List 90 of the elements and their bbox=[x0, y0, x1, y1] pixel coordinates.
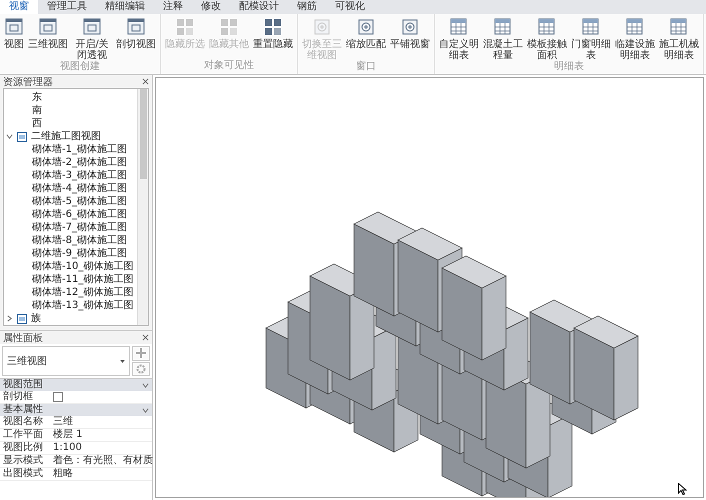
view-window-icon bbox=[4, 17, 24, 37]
ribbon-button[interactable]: 门窗明细表 bbox=[569, 17, 613, 61]
group-title: 窗口 bbox=[355, 61, 377, 74]
ribbon-button[interactable]: 剖切视图 bbox=[114, 17, 158, 50]
close-icon[interactable] bbox=[142, 78, 149, 85]
ribbon-tab[interactable]: 钢筋 bbox=[288, 0, 326, 14]
folder-view-icon bbox=[17, 314, 27, 324]
tree-item[interactable]: 砌体墙-2_砌体施工图 bbox=[32, 156, 127, 169]
section-header[interactable]: 视图范围 bbox=[0, 379, 152, 391]
property-value[interactable]: 楼层 1 bbox=[50, 429, 152, 441]
property-label: 视图名称 bbox=[2, 416, 44, 428]
group-title: 视图创建 bbox=[59, 61, 101, 74]
view-window-icon bbox=[82, 17, 102, 37]
property-label: 显示模式 bbox=[2, 455, 44, 467]
property-value[interactable]: 1:100 bbox=[50, 442, 152, 454]
ribbon-button[interactable]: 临建设施明细表 bbox=[613, 17, 657, 61]
ribbon-button[interactable]: 三维视图 bbox=[26, 17, 70, 50]
property-value[interactable]: 粗略 bbox=[50, 468, 152, 480]
panel-title: 属性面板 bbox=[3, 332, 43, 344]
ribbon-tab[interactable]: 配模设计 bbox=[230, 0, 288, 14]
settings-button[interactable] bbox=[132, 362, 150, 376]
type-dropdown[interactable]: 三维视图 bbox=[2, 346, 130, 376]
grid-icon bbox=[263, 17, 283, 37]
tree-item[interactable]: 砌体墙-7_砌体施工图 bbox=[32, 221, 127, 234]
property-label: 剖切框 bbox=[2, 391, 34, 403]
ribbon-button[interactable]: 视图 bbox=[2, 17, 26, 50]
ribbon-tab[interactable]: 注释 bbox=[154, 0, 192, 14]
tree-item[interactable]: 东 bbox=[32, 91, 42, 104]
folder-view-icon bbox=[17, 132, 27, 142]
property-value[interactable]: 着色：有光照、有材质 bbox=[50, 455, 153, 467]
tree-item[interactable]: 砌体墙-1_砌体施工图 bbox=[32, 143, 127, 156]
tree-item[interactable]: 南 bbox=[32, 104, 42, 117]
table-icon bbox=[493, 17, 513, 37]
view-window-icon bbox=[38, 17, 58, 37]
ribbon-button[interactable]: 模板接触面积 bbox=[525, 17, 569, 61]
section-header[interactable]: 基本属性 bbox=[0, 404, 152, 416]
tree-item[interactable]: 族 bbox=[31, 312, 41, 325]
ribbon-tab[interactable]: 可视化 bbox=[326, 0, 374, 14]
scrollbar[interactable] bbox=[137, 89, 148, 325]
caret-down-icon bbox=[120, 360, 125, 362]
window-icon bbox=[312, 17, 332, 37]
tree-item[interactable]: 砌体墙-12_砌体施工图 bbox=[32, 286, 134, 299]
tree-item[interactable]: 砌体墙-8_砌体施工图 bbox=[32, 234, 127, 247]
view-window-icon bbox=[126, 17, 146, 37]
table-icon bbox=[537, 17, 557, 37]
chevron-down-icon[interactable] bbox=[6, 133, 13, 140]
property-value[interactable]: 三维 bbox=[50, 416, 152, 428]
ribbon-tab[interactable]: 视窗 bbox=[0, 0, 38, 14]
tree-item[interactable]: 砌体墙-9_砌体施工图 bbox=[32, 247, 127, 260]
gear-icon bbox=[136, 364, 146, 374]
ribbon-button[interactable]: 平铺视窗 bbox=[388, 17, 432, 50]
ribbon-tab[interactable]: 精细编辑 bbox=[96, 0, 154, 14]
ribbon-button[interactable]: 施工机械明细表 bbox=[657, 17, 701, 61]
viewport-canvas[interactable] bbox=[155, 77, 704, 498]
table-icon bbox=[625, 17, 645, 37]
tree-item[interactable]: 砌体墙-11_砌体施工图 bbox=[32, 273, 134, 286]
window-icon bbox=[400, 17, 420, 37]
tree-item[interactable]: 砌体墙-13_砌体施工图 bbox=[32, 299, 134, 312]
tree-item[interactable]: 砌体墙-5_砌体施工图 bbox=[32, 195, 127, 208]
tree-item[interactable]: 二维施工图视图 bbox=[31, 130, 101, 143]
plus-icon bbox=[136, 348, 146, 358]
tree-item[interactable]: 砌体墙-6_砌体施工图 bbox=[32, 208, 127, 221]
grid-icon bbox=[219, 17, 239, 37]
ribbon-button[interactable]: 混凝土工程量 bbox=[481, 17, 525, 61]
grid-icon bbox=[175, 17, 195, 37]
window-icon bbox=[356, 17, 376, 37]
panel-title: 资源管理器 bbox=[3, 76, 53, 88]
table-icon bbox=[581, 17, 601, 37]
group-title: 对象可见性 bbox=[203, 60, 255, 73]
ribbon-button[interactable]: 重置隐藏 bbox=[251, 17, 295, 50]
property-label: 工作平面 bbox=[2, 429, 44, 441]
ribbon-button[interactable]: 缩放匹配 bbox=[344, 17, 388, 50]
chevron-right-icon[interactable] bbox=[6, 315, 13, 322]
table-icon bbox=[449, 17, 469, 37]
property-label: 视图比例 bbox=[2, 442, 44, 454]
cursor-icon bbox=[678, 483, 687, 495]
ribbon-tab[interactable]: 管理工具 bbox=[38, 0, 96, 14]
close-icon[interactable] bbox=[142, 334, 149, 341]
add-button[interactable] bbox=[132, 346, 150, 360]
checkbox[interactable] bbox=[53, 392, 63, 402]
tree-item[interactable]: 砌体墙-10_砌体施工图 bbox=[32, 260, 134, 273]
ribbon-button[interactable]: 自定义明细表 bbox=[437, 17, 481, 61]
tree-item[interactable]: 西 bbox=[32, 117, 42, 130]
tree-item[interactable]: 砌体墙-4_砌体施工图 bbox=[32, 182, 127, 195]
group-title: 明细表 bbox=[553, 61, 585, 74]
table-icon bbox=[669, 17, 689, 37]
ribbon-button[interactable]: 开启/关闭透视 bbox=[70, 17, 114, 61]
tree-item[interactable]: 砌体墙-3_砌体施工图 bbox=[32, 169, 127, 182]
property-label: 出图模式 bbox=[2, 468, 44, 480]
ribbon-tab[interactable]: 修改 bbox=[192, 0, 230, 14]
